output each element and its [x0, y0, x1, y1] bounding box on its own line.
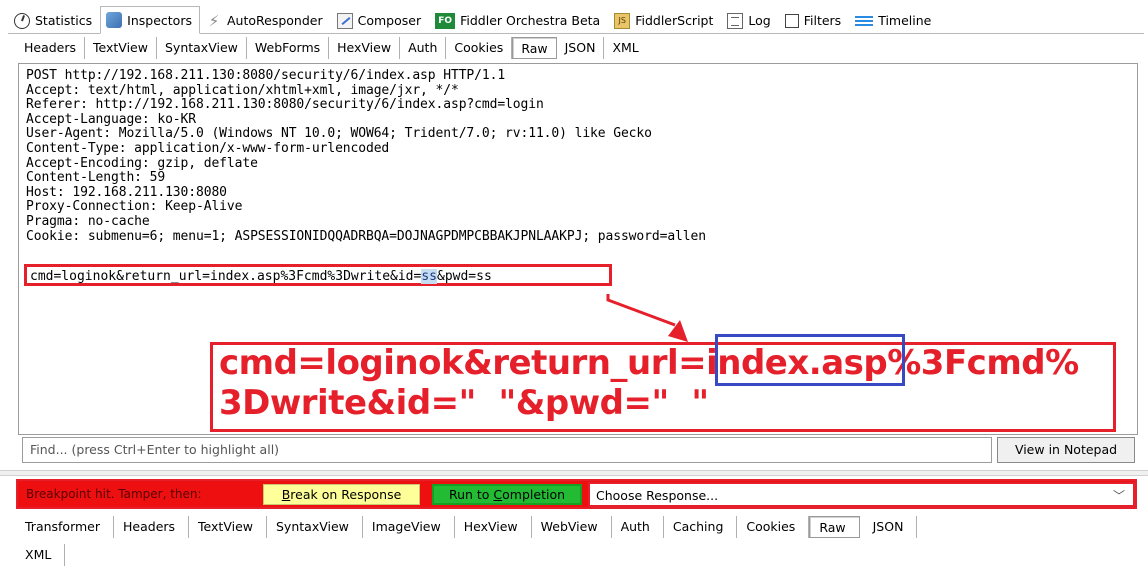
breakpoint-bar: Breakpoint hit. Tamper, then: Break on R… [16, 479, 1137, 509]
annotation-highlight-box [715, 334, 905, 386]
log-icon [727, 12, 744, 29]
pane-splitter[interactable] [0, 470, 1148, 476]
response-tab-hexview[interactable]: HexView [455, 516, 532, 538]
request-tab-raw[interactable]: Raw [512, 37, 557, 59]
callout-line-2: 3Dwrite&id=" "&pwd=" " [219, 383, 709, 423]
request-body-text: cmd=loginok&return_url=index.asp%3Fcmd%3… [30, 269, 422, 284]
response-tab-headers[interactable]: Headers [114, 516, 190, 538]
choose-response-value: Choose Response... [596, 488, 719, 503]
break-on-response-button[interactable]: Break on Response [263, 484, 420, 505]
tab-statistics[interactable]: Statistics [8, 7, 100, 33]
tab-label: Timeline [878, 13, 932, 28]
request-tab-xml[interactable]: XML [604, 37, 646, 59]
tab-label: Statistics [35, 13, 93, 28]
tab-label: Composer [357, 13, 422, 28]
chevron-down-icon: ﹀ [1112, 489, 1125, 503]
request-tab-auth[interactable]: Auth [400, 37, 447, 59]
response-tab-imageview[interactable]: ImageView [363, 516, 455, 538]
response-inspector-tabs-row2: XML [16, 543, 66, 567]
response-inspector-tabs: Transformer Headers TextView SyntaxView … [16, 514, 918, 540]
composer-icon [336, 12, 353, 29]
tab-label: Log [748, 13, 771, 28]
tab-label: AutoResponder [226, 13, 323, 28]
tab-autoresponder[interactable]: ⚡ AutoResponder [200, 7, 331, 33]
callout-text: cmd=loginok&return_url=index.asp%3Fcmd% … [219, 343, 1079, 423]
fo-icon: FO [435, 12, 456, 29]
response-tab-webview[interactable]: WebView [532, 516, 612, 538]
response-tab-xml[interactable]: XML [16, 544, 66, 566]
response-tab-auth[interactable]: Auth [612, 516, 664, 538]
break-on-response-label: reak on Response [290, 487, 402, 502]
script-icon: JS [614, 12, 631, 29]
find-input[interactable]: Find... (press Ctrl+Enter to highlight a… [22, 437, 992, 463]
request-tab-json[interactable]: JSON [557, 37, 605, 59]
tab-inspectors[interactable]: Inspectors [100, 6, 200, 34]
request-body-line: cmd=loginok&return_url=index.asp%3Fcmd%3… [24, 264, 612, 286]
request-inspector-tabs: Headers TextView SyntaxView WebForms Hex… [16, 36, 647, 60]
callout-line-1: cmd=loginok&return_url=index.asp%3Fcmd% [219, 343, 1079, 383]
request-body-tail: &pwd=ss [437, 269, 492, 284]
request-tab-cookies[interactable]: Cookies [446, 37, 513, 59]
tab-fiddler-orchestra[interactable]: FO Fiddler Orchestra Beta [429, 7, 608, 33]
top-tab-bar: Statistics Inspectors ⚡ AutoResponder Co… [8, 6, 1144, 34]
timeline-icon [855, 13, 874, 29]
response-tab-syntaxview[interactable]: SyntaxView [267, 516, 363, 538]
run-to-completion-button[interactable]: Run to Completion [432, 484, 582, 505]
tab-log[interactable]: Log [721, 7, 778, 33]
tab-fiddlerscript[interactable]: JS FiddlerScript [608, 7, 721, 33]
tab-label: Inspectors [127, 12, 192, 28]
tab-timeline[interactable]: Timeline [849, 7, 939, 33]
response-tab-textview[interactable]: TextView [189, 516, 267, 538]
choose-response-dropdown[interactable]: Choose Response... ﹀ [588, 482, 1135, 507]
inspectors-icon [106, 12, 123, 28]
tab-label: Fiddler Orchestra Beta [460, 13, 601, 28]
response-tab-transformer[interactable]: Transformer [16, 516, 115, 538]
selected-text: ss [421, 269, 437, 284]
annotation-callout: cmd=loginok&return_url=index.asp%3Fcmd% … [210, 342, 1116, 432]
response-tab-json[interactable]: JSON [864, 516, 918, 538]
request-tab-webforms[interactable]: WebForms [247, 37, 330, 59]
request-tab-hexview[interactable]: HexView [329, 37, 401, 59]
breakpoint-label: Breakpoint hit. Tamper, then: [26, 487, 202, 501]
request-tab-headers[interactable]: Headers [16, 37, 86, 59]
request-tab-syntaxview[interactable]: SyntaxView [157, 37, 247, 59]
lightning-icon: ⚡ [208, 11, 220, 30]
response-tab-caching[interactable]: Caching [664, 516, 738, 538]
view-in-notepad-button[interactable]: View in Notepad [997, 437, 1135, 463]
checkbox-icon[interactable] [784, 13, 799, 28]
tab-label: FiddlerScript [635, 13, 714, 28]
request-tab-textview[interactable]: TextView [85, 37, 157, 59]
tab-filters[interactable]: Filters [779, 7, 849, 33]
response-tab-raw[interactable]: Raw [809, 516, 860, 538]
raw-request-headers: POST http://192.168.211.130:8080/securit… [26, 68, 706, 244]
tab-label: Filters [803, 13, 842, 28]
tab-composer[interactable]: Composer [331, 7, 429, 33]
statistics-icon [14, 12, 30, 29]
response-tab-cookies[interactable]: Cookies [737, 516, 810, 538]
